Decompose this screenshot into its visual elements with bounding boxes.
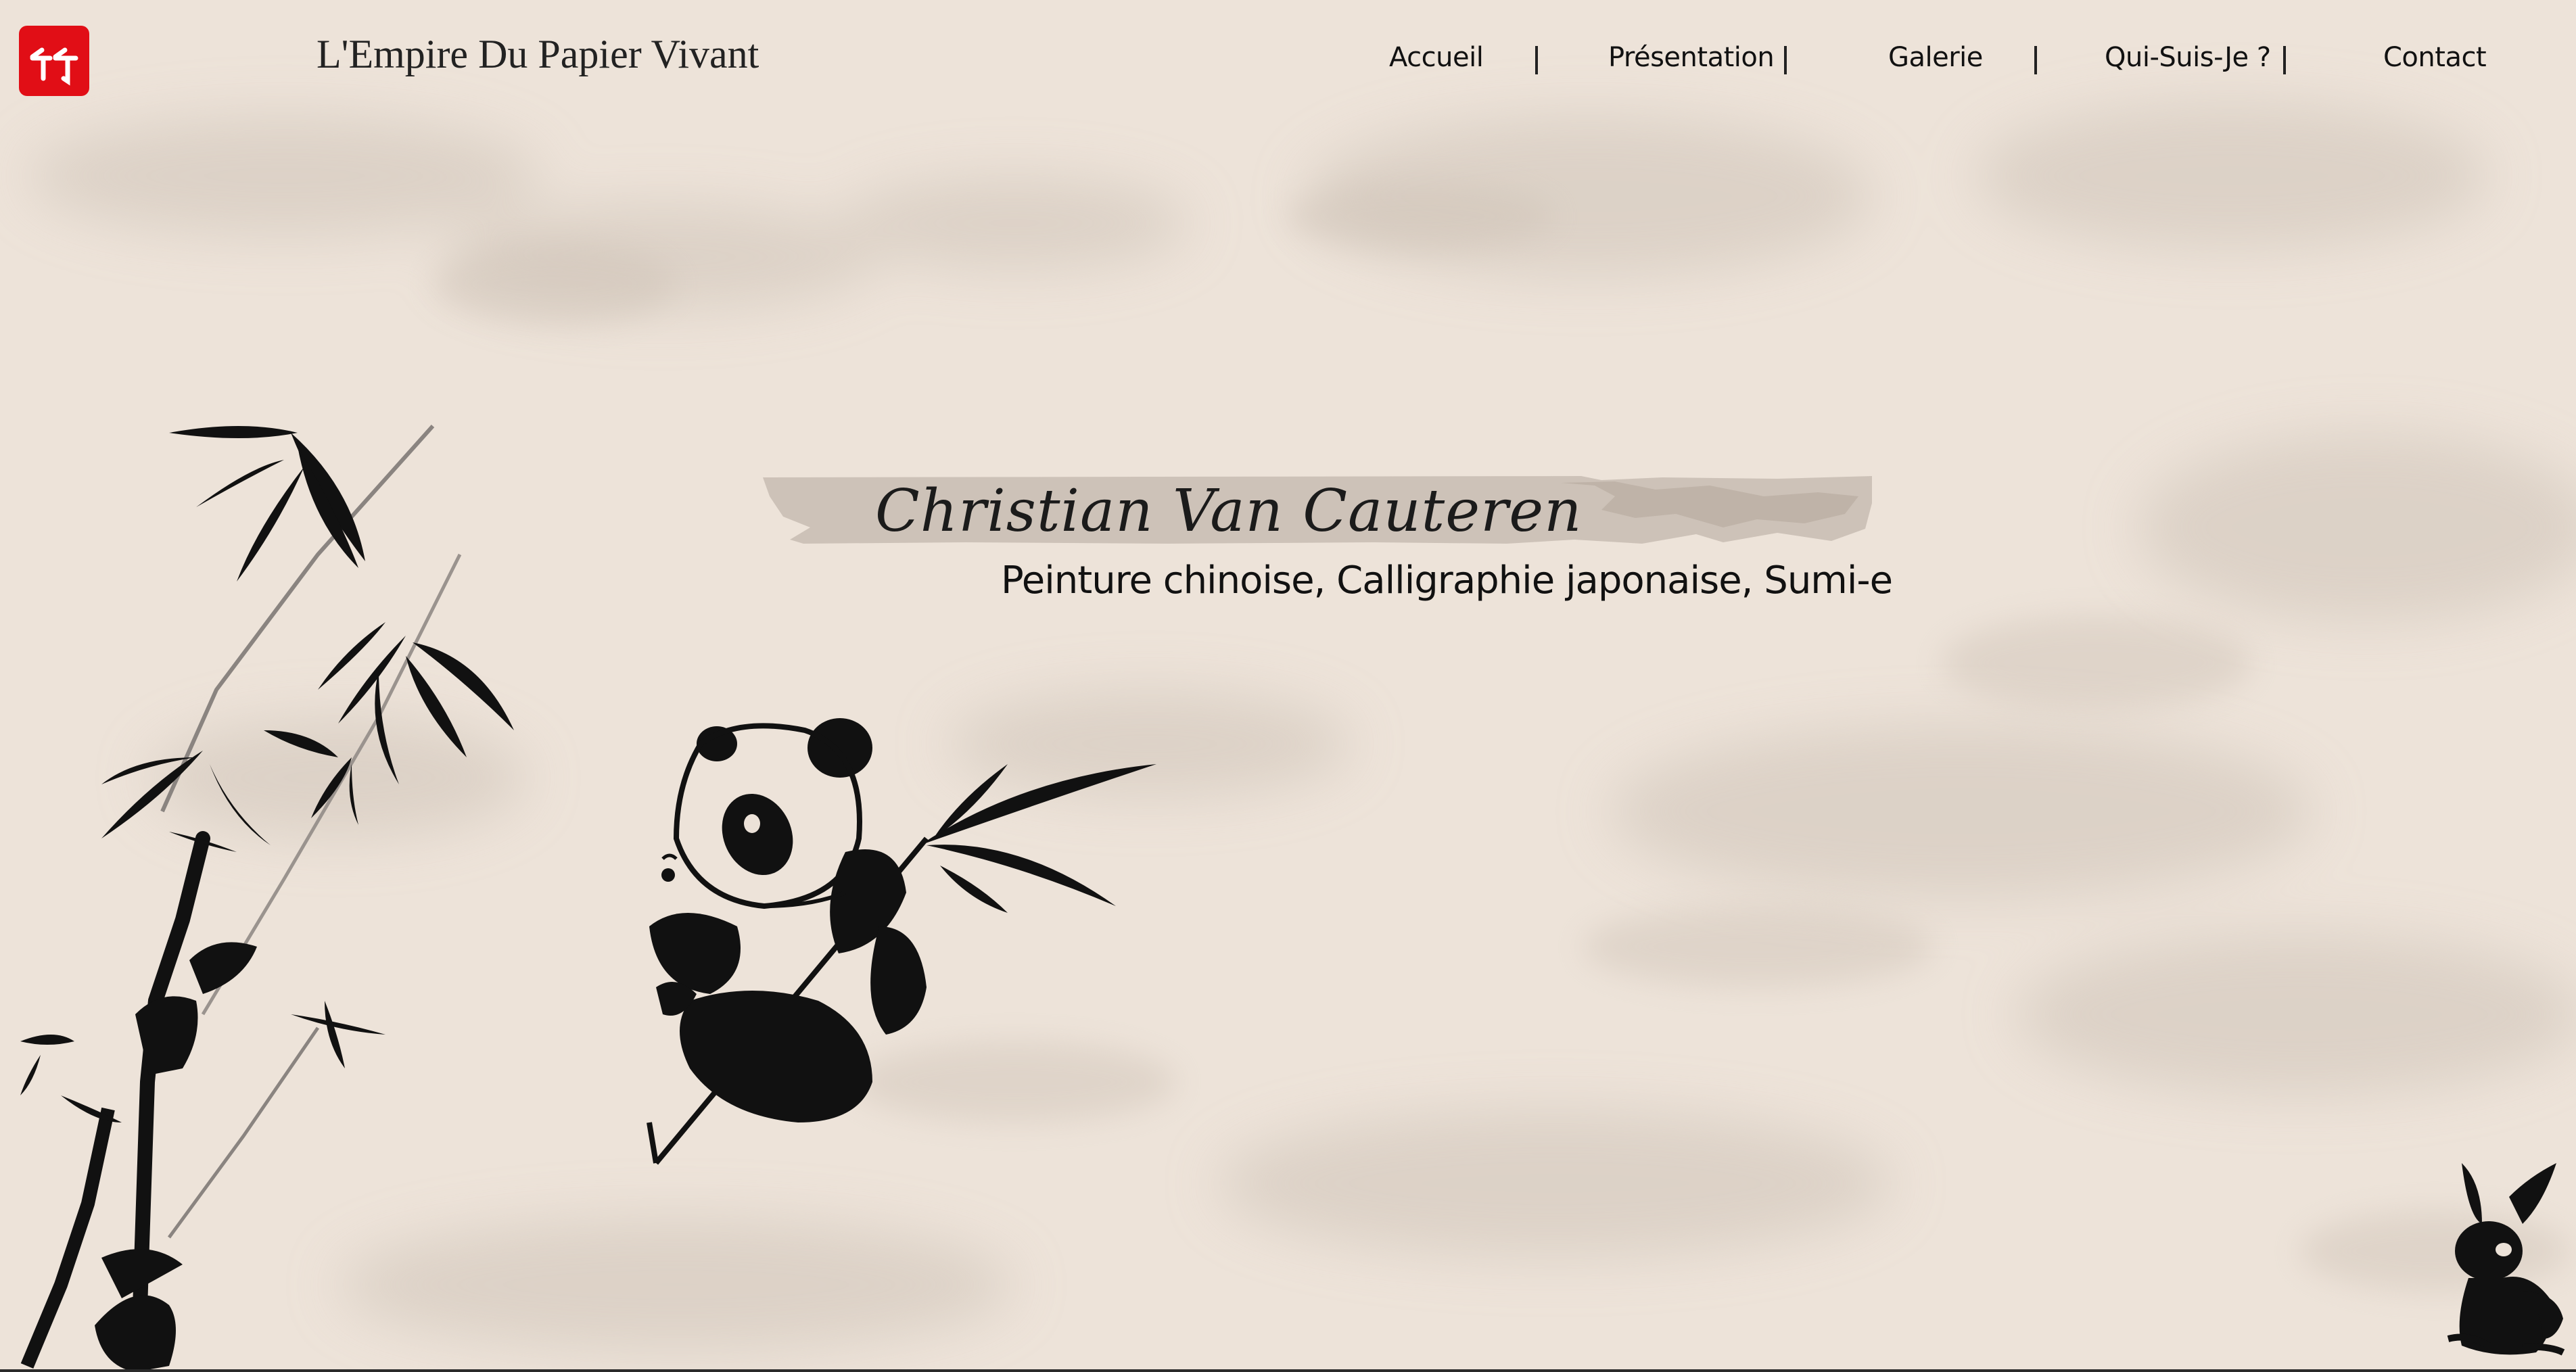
nav-item-contact[interactable]: Contact	[2383, 42, 2487, 73]
nav-item-galerie[interactable]: Galerie	[1888, 42, 1983, 73]
nav-separator	[1535, 46, 1538, 74]
nav-item-accueil[interactable]: Accueil	[1389, 42, 1484, 73]
panda-icon	[647, 718, 1156, 1165]
hero-subtitle: Peinture chinoise, Calligraphie japonais…	[1001, 559, 1893, 602]
main-navigation: Accueil Présentation Galerie Qui-Suis-Je…	[0, 42, 2576, 82]
rabbit-icon	[2447, 1163, 2565, 1356]
nav-separator	[2034, 46, 2037, 74]
artist-name: Christian Van Cauteren	[875, 477, 1583, 545]
nav-separator	[2283, 46, 2286, 74]
nav-item-qui-suis-je[interactable]: Qui-Suis-Je ?	[2105, 42, 2271, 73]
nav-item-presentation[interactable]: Présentation	[1608, 42, 1775, 73]
bamboo-icon	[20, 424, 514, 1372]
page-bottom-border	[0, 1369, 2576, 1372]
nav-separator	[1784, 46, 1787, 74]
